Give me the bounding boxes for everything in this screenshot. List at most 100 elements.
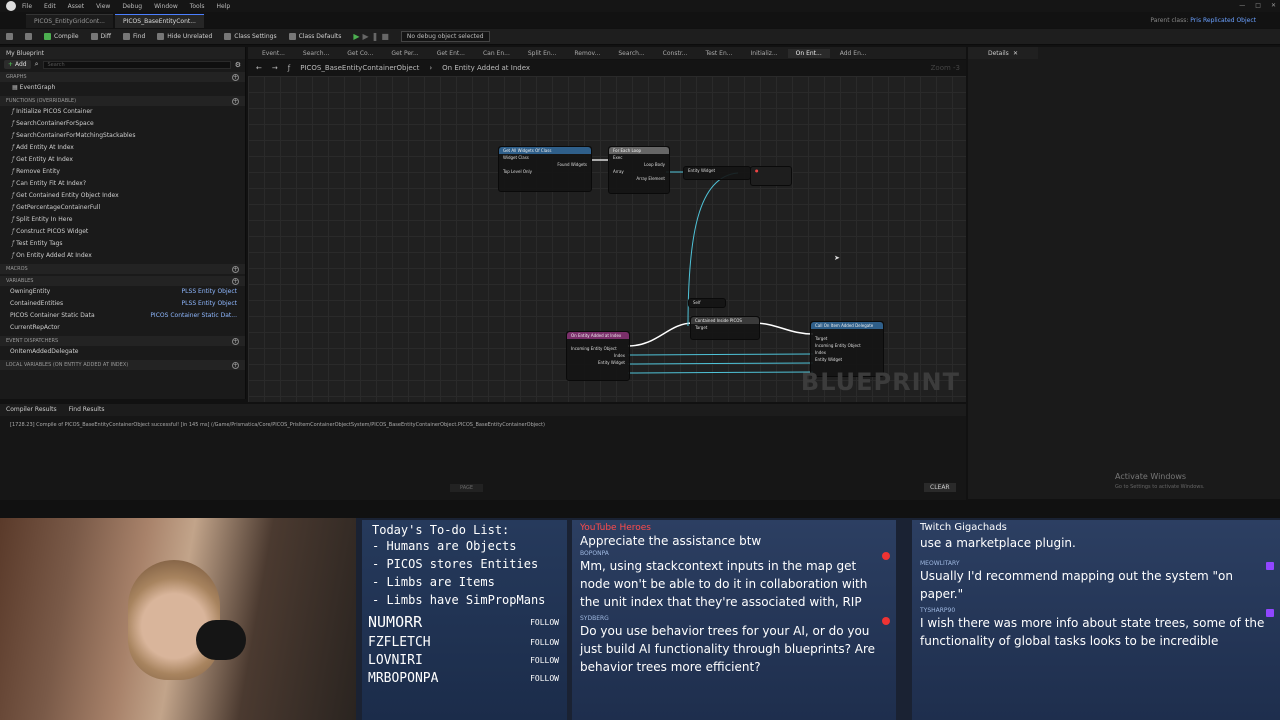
add-graph-icon[interactable]: + xyxy=(232,73,239,81)
graph-canvas[interactable]: Get All Widgets Of Class Widget Class Fo… xyxy=(248,76,966,402)
menu-edit[interactable]: Edit xyxy=(44,3,56,10)
graph-tab[interactable]: Get Per... xyxy=(383,49,426,58)
function-item[interactable]: ƒ SearchContainerForSpace xyxy=(0,118,245,130)
graph-tab[interactable]: Split En... xyxy=(520,49,565,58)
gear-icon[interactable]: ⚙ xyxy=(235,61,241,69)
tab-find-results[interactable]: Find Results xyxy=(69,406,105,414)
add-variable-icon[interactable]: + xyxy=(232,277,239,285)
section-graphs[interactable]: GRAPHS + xyxy=(0,72,245,82)
menu-asset[interactable]: Asset xyxy=(68,3,84,10)
back-arrow-icon[interactable]: ← xyxy=(256,64,262,72)
search-input[interactable]: Search xyxy=(42,60,231,69)
variable-type[interactable]: PLSS Entity Object xyxy=(182,300,237,308)
add-dispatcher-icon[interactable]: + xyxy=(232,337,239,345)
variable-type[interactable]: PLSS Entity Object xyxy=(182,288,237,296)
variable-item[interactable]: PICOS Container Static Data PICOS Contain… xyxy=(0,310,245,322)
step-icon[interactable]: ▶ xyxy=(363,32,369,41)
graph-item-eventgraph[interactable]: ▦ EventGraph xyxy=(0,82,245,94)
class-defaults-button[interactable]: Class Defaults xyxy=(288,33,341,40)
node-entity-widget[interactable]: Entity Widget xyxy=(683,166,751,180)
pause-icon[interactable]: ❚ xyxy=(372,32,379,41)
minimize-icon[interactable]: — xyxy=(1239,2,1245,9)
maximize-icon[interactable]: □ xyxy=(1255,2,1261,9)
parent-class-value[interactable]: Pris Replicated Object xyxy=(1190,17,1256,24)
node-pin[interactable]: ● xyxy=(751,167,791,174)
add-local-icon[interactable]: + xyxy=(232,361,239,369)
close-icon[interactable]: ✕ xyxy=(1013,50,1018,57)
graph-tab[interactable]: Can En... xyxy=(475,49,518,58)
section-variables[interactable]: VARIABLES + xyxy=(0,276,245,286)
node-set[interactable]: ● xyxy=(750,166,792,186)
tab-compiler-results[interactable]: Compiler Results xyxy=(6,406,57,414)
add-button[interactable]: + Add xyxy=(4,60,31,69)
function-item-active[interactable]: ƒ On Entity Added At Index xyxy=(0,250,245,262)
menu-file[interactable]: File xyxy=(22,3,32,10)
graph-tab[interactable]: Test En... xyxy=(697,49,740,58)
section-local-variables[interactable]: LOCAL VARIABLES (ON ENTITY ADDED AT INDE… xyxy=(0,360,245,370)
close-icon[interactable]: ✕ xyxy=(1271,2,1276,9)
function-item[interactable]: ƒ Test Entity Tags xyxy=(0,238,245,250)
tab-entity-grid[interactable]: PICOS_EntityGridCont... xyxy=(26,14,113,28)
node-pin[interactable]: Widget Class xyxy=(499,154,591,161)
play-icon[interactable]: ▶ xyxy=(353,32,359,41)
node-contained-inside[interactable]: Contained Inside PICOS Target xyxy=(690,316,760,340)
unreal-logo-icon[interactable] xyxy=(6,1,16,11)
details-tab[interactable]: Details ✕ xyxy=(968,47,1038,59)
add-macro-icon[interactable]: + xyxy=(232,265,239,273)
add-function-icon[interactable]: + xyxy=(232,97,239,105)
graph-tab[interactable]: Add En... xyxy=(832,49,875,58)
node-pin[interactable]: Incoming Entity Object xyxy=(567,345,629,352)
menu-view[interactable]: View xyxy=(96,3,110,10)
dispatcher-item[interactable]: OnItemAddedDelegate xyxy=(0,346,245,358)
tab-base-entity[interactable]: PICOS_BaseEntityCont... xyxy=(114,14,204,28)
clear-button[interactable]: CLEAR xyxy=(924,483,956,492)
diff-button[interactable]: Diff xyxy=(90,33,111,40)
function-item[interactable]: ƒ Split Entity In Here xyxy=(0,214,245,226)
node-pin[interactable]: Incoming Entity Object xyxy=(811,342,883,349)
compile-button[interactable]: Compile xyxy=(44,33,79,40)
node-self[interactable]: Self xyxy=(688,298,726,308)
menu-debug[interactable]: Debug xyxy=(122,3,142,10)
graph-tab[interactable]: Initializ... xyxy=(743,49,786,58)
node-pin[interactable]: Exec xyxy=(609,154,669,161)
node-pin[interactable]: Found Widgets xyxy=(499,161,591,168)
hide-unrelated-button[interactable]: Hide Unrelated xyxy=(157,33,212,40)
node-pin[interactable]: Loop Body xyxy=(609,161,669,168)
graph-tab[interactable]: Search... xyxy=(295,49,337,58)
node-pin[interactable]: Index xyxy=(567,352,629,359)
breadcrumb-root[interactable]: PICOS_BaseEntityContainerObject xyxy=(300,64,419,72)
section-macros[interactable]: MACROS + xyxy=(0,264,245,274)
find-button[interactable]: Find xyxy=(122,33,145,40)
function-item[interactable]: ƒ Initialize PICOS Container xyxy=(0,106,245,118)
node-pin[interactable]: Top Level Only xyxy=(499,168,591,175)
menu-tools[interactable]: Tools xyxy=(190,3,205,10)
function-item[interactable]: ƒ GetPercentageContainerFull xyxy=(0,202,245,214)
section-functions[interactable]: FUNCTIONS (OVERRIDABLE) + xyxy=(0,96,245,106)
graph-tab[interactable]: Constr... xyxy=(655,49,696,58)
graph-tab[interactable]: Get Ent... xyxy=(429,49,473,58)
browse-button[interactable] xyxy=(25,33,32,40)
function-item[interactable]: ƒ Can Entity Fit At Index? xyxy=(0,178,245,190)
variable-item[interactable]: CurrentRepActor xyxy=(0,322,245,334)
function-item[interactable]: ƒ SearchContainerForMatchingStackables xyxy=(0,130,245,142)
save-button[interactable] xyxy=(6,33,13,40)
node-pin[interactable]: Target xyxy=(811,335,883,342)
variable-item[interactable]: ContainedEntities PLSS Entity Object xyxy=(0,298,245,310)
graph-tab[interactable]: Get Co... xyxy=(339,49,381,58)
menu-help[interactable]: Help xyxy=(217,3,231,10)
stop-icon[interactable]: ■ xyxy=(381,32,389,41)
node-pin[interactable]: Array Element xyxy=(609,175,669,182)
node-pin[interactable]: Target xyxy=(691,324,759,331)
function-item[interactable]: ƒ Remove Entity xyxy=(0,166,245,178)
node-pin[interactable]: Index xyxy=(811,349,883,356)
section-dispatchers[interactable]: EVENT DISPATCHERS + xyxy=(0,336,245,346)
graph-tab[interactable]: Search... xyxy=(610,49,652,58)
graph-tab-active[interactable]: On Ent... xyxy=(787,48,830,58)
node-get-all-widgets[interactable]: Get All Widgets Of Class Widget Class Fo… xyxy=(498,146,592,192)
node-pin[interactable]: Self xyxy=(689,299,725,306)
node-pin[interactable]: Entity Widget xyxy=(811,356,883,363)
page-button[interactable]: PAGE xyxy=(450,484,484,492)
graph-tab[interactable]: Remov... xyxy=(566,49,608,58)
forward-arrow-icon[interactable]: → xyxy=(272,64,278,72)
function-item[interactable]: ƒ Construct PICOS Widget xyxy=(0,226,245,238)
